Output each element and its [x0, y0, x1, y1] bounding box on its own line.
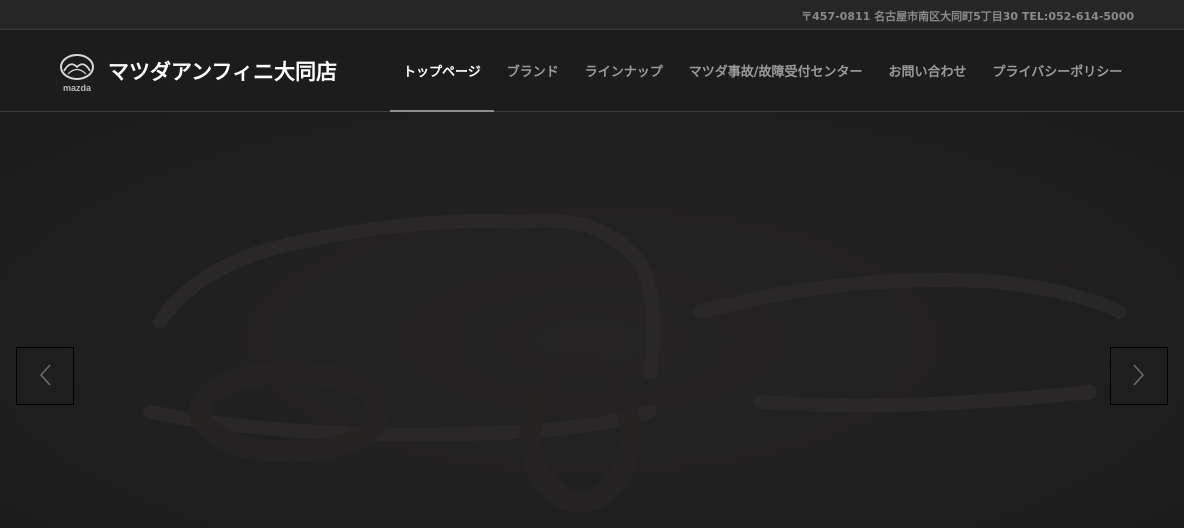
chevron-right-icon [1133, 364, 1145, 386]
mazda-logo[interactable]: mazda [55, 52, 99, 94]
main-navigation: トップページ ブランド ラインナップ マツダ事故/故障受付センター お問い合わせ… [390, 30, 1136, 112]
hero-car-image [143, 213, 1127, 513]
address-tel-text: 〒457-0811 名古屋市南区大同町5丁目30 TEL:052-614-500… [801, 10, 1134, 23]
logo-wordmark: mazda [63, 83, 92, 93]
chevron-left-icon [39, 364, 51, 386]
hero-slider [0, 112, 1184, 528]
nav-item-top[interactable]: トップページ [390, 30, 494, 112]
top-info-bar: 〒457-0811 名古屋市南区大同町5丁目30 TEL:052-614-500… [0, 0, 1184, 30]
site-header: mazda マツダアンフィニ大同店 トップページ ブランド ラインナップ マツダ… [0, 30, 1184, 112]
dealer-name[interactable]: マツダアンフィニ大同店 [108, 56, 337, 86]
nav-item-privacy[interactable]: プライバシーポリシー [980, 30, 1136, 111]
mazda-emblem-icon: mazda [60, 54, 94, 93]
slider-next-button[interactable] [1110, 347, 1168, 405]
slider-prev-button[interactable] [16, 347, 74, 405]
nav-item-brand[interactable]: ブランド [494, 30, 572, 111]
nav-item-lineup[interactable]: ラインナップ [572, 30, 676, 111]
nav-item-contact[interactable]: お問い合わせ [876, 30, 980, 111]
nav-item-accident-center[interactable]: マツダ事故/故障受付センター [676, 30, 876, 111]
